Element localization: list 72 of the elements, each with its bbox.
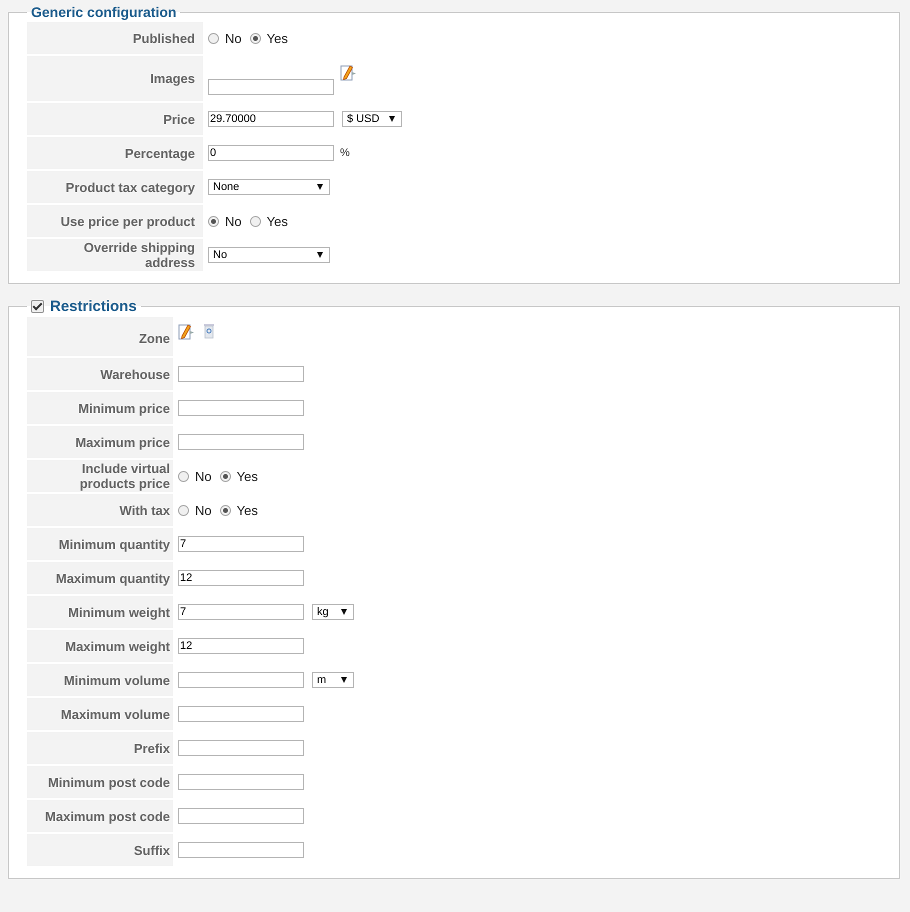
field-label: Maximum weight — [27, 630, 173, 662]
edit-icon[interactable] — [178, 323, 195, 340]
field-label: Maximum volume — [27, 698, 173, 730]
field-label: Published — [27, 22, 203, 54]
field-label: Minimum quantity — [27, 528, 173, 560]
field-label: Maximum quantity — [27, 562, 173, 594]
radio-label: Yes — [236, 502, 258, 518]
input-field[interactable] — [178, 808, 304, 824]
radio-label: Yes — [236, 468, 258, 484]
input-field[interactable] — [178, 434, 304, 450]
field-label: With tax — [27, 494, 173, 526]
field-label: Maximum price — [27, 426, 173, 458]
radio-label: Yes — [266, 214, 288, 228]
caret-icon — [341, 677, 347, 683]
field-label: Minimum post code — [27, 766, 173, 798]
radio-button[interactable] — [220, 470, 231, 482]
radio-button[interactable] — [220, 504, 231, 516]
radio-button[interactable] — [250, 216, 261, 226]
section-title: Generic configuration — [31, 4, 176, 20]
field-label: Product tax category — [27, 171, 203, 203]
input-field[interactable] — [178, 400, 304, 416]
dropdown[interactable]: m — [312, 672, 354, 688]
field-label: Warehouse — [27, 358, 173, 390]
field-label: Images — [27, 56, 203, 101]
input-field[interactable]: 12 — [178, 570, 304, 586]
radio-label: No — [225, 30, 242, 46]
field-label: Price — [27, 103, 203, 135]
field-label: Zone — [27, 317, 173, 356]
field-label: Override shipping address — [27, 239, 203, 271]
radio-label: No — [225, 214, 242, 228]
radio-button[interactable] — [208, 32, 219, 44]
dropdown[interactable]: No — [208, 247, 330, 263]
input-field[interactable]: 0 — [208, 145, 334, 161]
input-field[interactable] — [178, 366, 304, 382]
input-field[interactable]: 29.70000 — [208, 111, 334, 127]
field-label: Minimum volume — [27, 664, 173, 696]
input-field[interactable] — [208, 79, 334, 95]
caret-icon — [317, 184, 323, 190]
radio-button[interactable] — [250, 32, 261, 44]
radio-label: No — [195, 468, 212, 484]
radio-label: Yes — [266, 30, 288, 46]
caret-icon — [317, 252, 323, 258]
field-label: Include virtual products price — [27, 460, 173, 492]
input-field[interactable] — [178, 706, 304, 722]
input-field[interactable]: 7 — [178, 536, 304, 552]
input-field[interactable] — [178, 842, 304, 858]
section-title: Restrictions — [50, 298, 137, 315]
field-label: Maximum post code — [27, 800, 173, 832]
dropdown[interactable]: $ USD — [342, 111, 402, 127]
field-label: Suffix — [27, 834, 173, 866]
caret-icon — [341, 609, 347, 615]
input-field[interactable]: 12 — [178, 638, 304, 654]
radio-button[interactable] — [178, 470, 189, 482]
caret-icon — [389, 116, 396, 122]
radio-button[interactable] — [208, 216, 219, 226]
field-label: Percentage — [27, 137, 203, 169]
edit-icon[interactable] — [340, 64, 357, 81]
radio-label: No — [195, 502, 212, 518]
input-field[interactable] — [178, 672, 304, 688]
trash-icon[interactable] — [203, 323, 215, 339]
input-field[interactable] — [178, 740, 304, 756]
dropdown[interactable]: None — [208, 179, 330, 195]
field-label: Minimum weight — [27, 596, 173, 628]
radio-button[interactable] — [178, 504, 189, 516]
input-field[interactable] — [178, 774, 304, 790]
input-field[interactable]: 7 — [178, 604, 304, 620]
unit-label: % — [340, 147, 350, 159]
dropdown[interactable]: kg — [312, 604, 354, 620]
field-label: Prefix — [27, 732, 173, 764]
field-label: Minimum price — [27, 392, 173, 424]
checkbox[interactable] — [31, 300, 44, 313]
field-label: Use price per product — [27, 205, 203, 237]
